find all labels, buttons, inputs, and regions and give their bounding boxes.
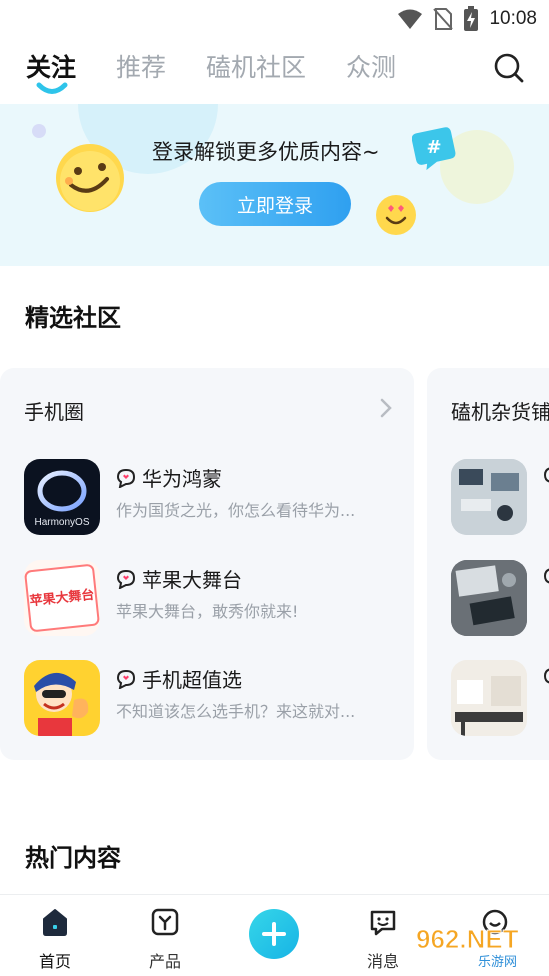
item-title: 手机超值选	[142, 668, 242, 692]
tab-recommend[interactable]: 推荐	[116, 50, 166, 86]
card-title: 手机圈	[24, 400, 84, 424]
smile-emoji-icon	[56, 144, 124, 212]
banner-decoration	[32, 124, 46, 138]
list-item[interactable]: 苹果大舞台 苹果大舞台 苹果大舞台，敢秀你就来!	[24, 560, 394, 636]
chat-bubble-icon	[116, 468, 136, 488]
room-interior-image	[451, 660, 527, 736]
cartoon-mascot-icon	[34, 672, 89, 736]
no-sim-icon	[433, 8, 454, 30]
thumbnail	[451, 459, 527, 535]
status-icons: 10:08	[397, 6, 537, 32]
list-item[interactable]: 手机超值选 不知道该怎么选手机？来这就对...	[24, 660, 394, 736]
item-name: 华为鸿蒙	[116, 463, 222, 492]
tab-follow[interactable]: 关注	[26, 50, 77, 94]
watermark-text: 962.NET	[416, 924, 519, 954]
thumbnail: 苹果大舞台	[24, 560, 100, 636]
product-icon	[151, 908, 179, 936]
apple-stage-logo-icon: 苹果大舞台	[24, 564, 100, 632]
item-desc: 不知道该怎么选手机？来这就对...	[116, 702, 356, 721]
section-title-hot: 热门内容	[25, 838, 121, 875]
item-title: 苹果大舞台	[142, 568, 242, 592]
thumbnail: HarmonyOS	[24, 459, 100, 535]
top-tabs: 关注 推荐 磕机社区 众测	[26, 50, 436, 94]
section-title-text: 热门内容	[25, 844, 121, 872]
tab-community[interactable]: 磕机社区	[206, 50, 306, 86]
desk-setup-image	[451, 459, 527, 535]
nav-label: 产品	[148, 952, 181, 971]
plus-icon	[262, 922, 286, 946]
section-title-featured: 精选社区	[25, 298, 121, 335]
chat-bubble-icon	[543, 568, 549, 584]
post-button[interactable]	[249, 909, 299, 959]
thumb-text: HarmonyOS	[34, 517, 89, 528]
chat-bubble-icon	[543, 467, 549, 483]
item-desc: 作为国货之光，你怎么看待华为...	[116, 501, 356, 520]
hashtag-icon: #	[412, 127, 456, 170]
item-name: 手机超值选	[116, 664, 242, 693]
home-icon	[43, 909, 67, 936]
thumbnail	[451, 660, 527, 736]
login-button[interactable]: 立即登录	[199, 182, 351, 226]
item-desc: 苹果大舞台，敢秀你就来!	[116, 602, 299, 621]
heart-eyes-emoji-icon	[376, 195, 416, 235]
banner-text: 登录解锁更多优质内容~	[152, 140, 380, 164]
chat-bubble-icon	[116, 569, 136, 589]
thumbnail	[451, 560, 527, 636]
nav-home[interactable]: 首页	[20, 907, 90, 972]
tab-testing[interactable]: 众测	[346, 50, 396, 86]
community-card[interactable]: 手机圈 HarmonyOS 华为鸿蒙 作为国货之光，你怎么看待华为... 苹果大…	[0, 368, 414, 760]
chat-bubble-icon	[543, 668, 549, 684]
login-banner: 登录解锁更多优质内容~ 立即登录 #	[0, 104, 549, 266]
wifi-icon	[398, 9, 423, 29]
chevron-right-icon[interactable]	[380, 398, 392, 418]
status-bar: 10:08	[0, 0, 549, 38]
watermark-logo: 962.NET 乐游网	[408, 922, 548, 971]
svg-text:#: #	[426, 137, 441, 158]
thumbnail	[24, 660, 100, 736]
gadgets-image	[451, 560, 527, 636]
chat-bubble-icon	[116, 669, 136, 689]
community-card[interactable]: 磕机杂货铺	[427, 368, 549, 760]
battery-charging-icon	[464, 6, 479, 31]
section-title-text: 精选社区	[25, 304, 121, 332]
list-item[interactable]: HarmonyOS 华为鸿蒙 作为国货之光，你怎么看待华为...	[24, 459, 394, 535]
search-icon[interactable]	[493, 52, 525, 84]
watermark-subtext: 乐游网	[478, 955, 517, 970]
nav-label: 首页	[38, 952, 71, 971]
tab-label: 关注	[26, 53, 77, 82]
message-icon	[370, 910, 396, 936]
harmonyos-logo-icon: HarmonyOS	[34, 470, 90, 528]
nav-products[interactable]: 产品	[130, 907, 200, 972]
item-title: 华为鸿蒙	[142, 467, 222, 491]
tab-active-indicator	[36, 82, 68, 94]
card-title: 磕机杂货铺	[451, 400, 549, 424]
status-time: 10:08	[489, 8, 537, 29]
item-name: 苹果大舞台	[116, 564, 242, 593]
